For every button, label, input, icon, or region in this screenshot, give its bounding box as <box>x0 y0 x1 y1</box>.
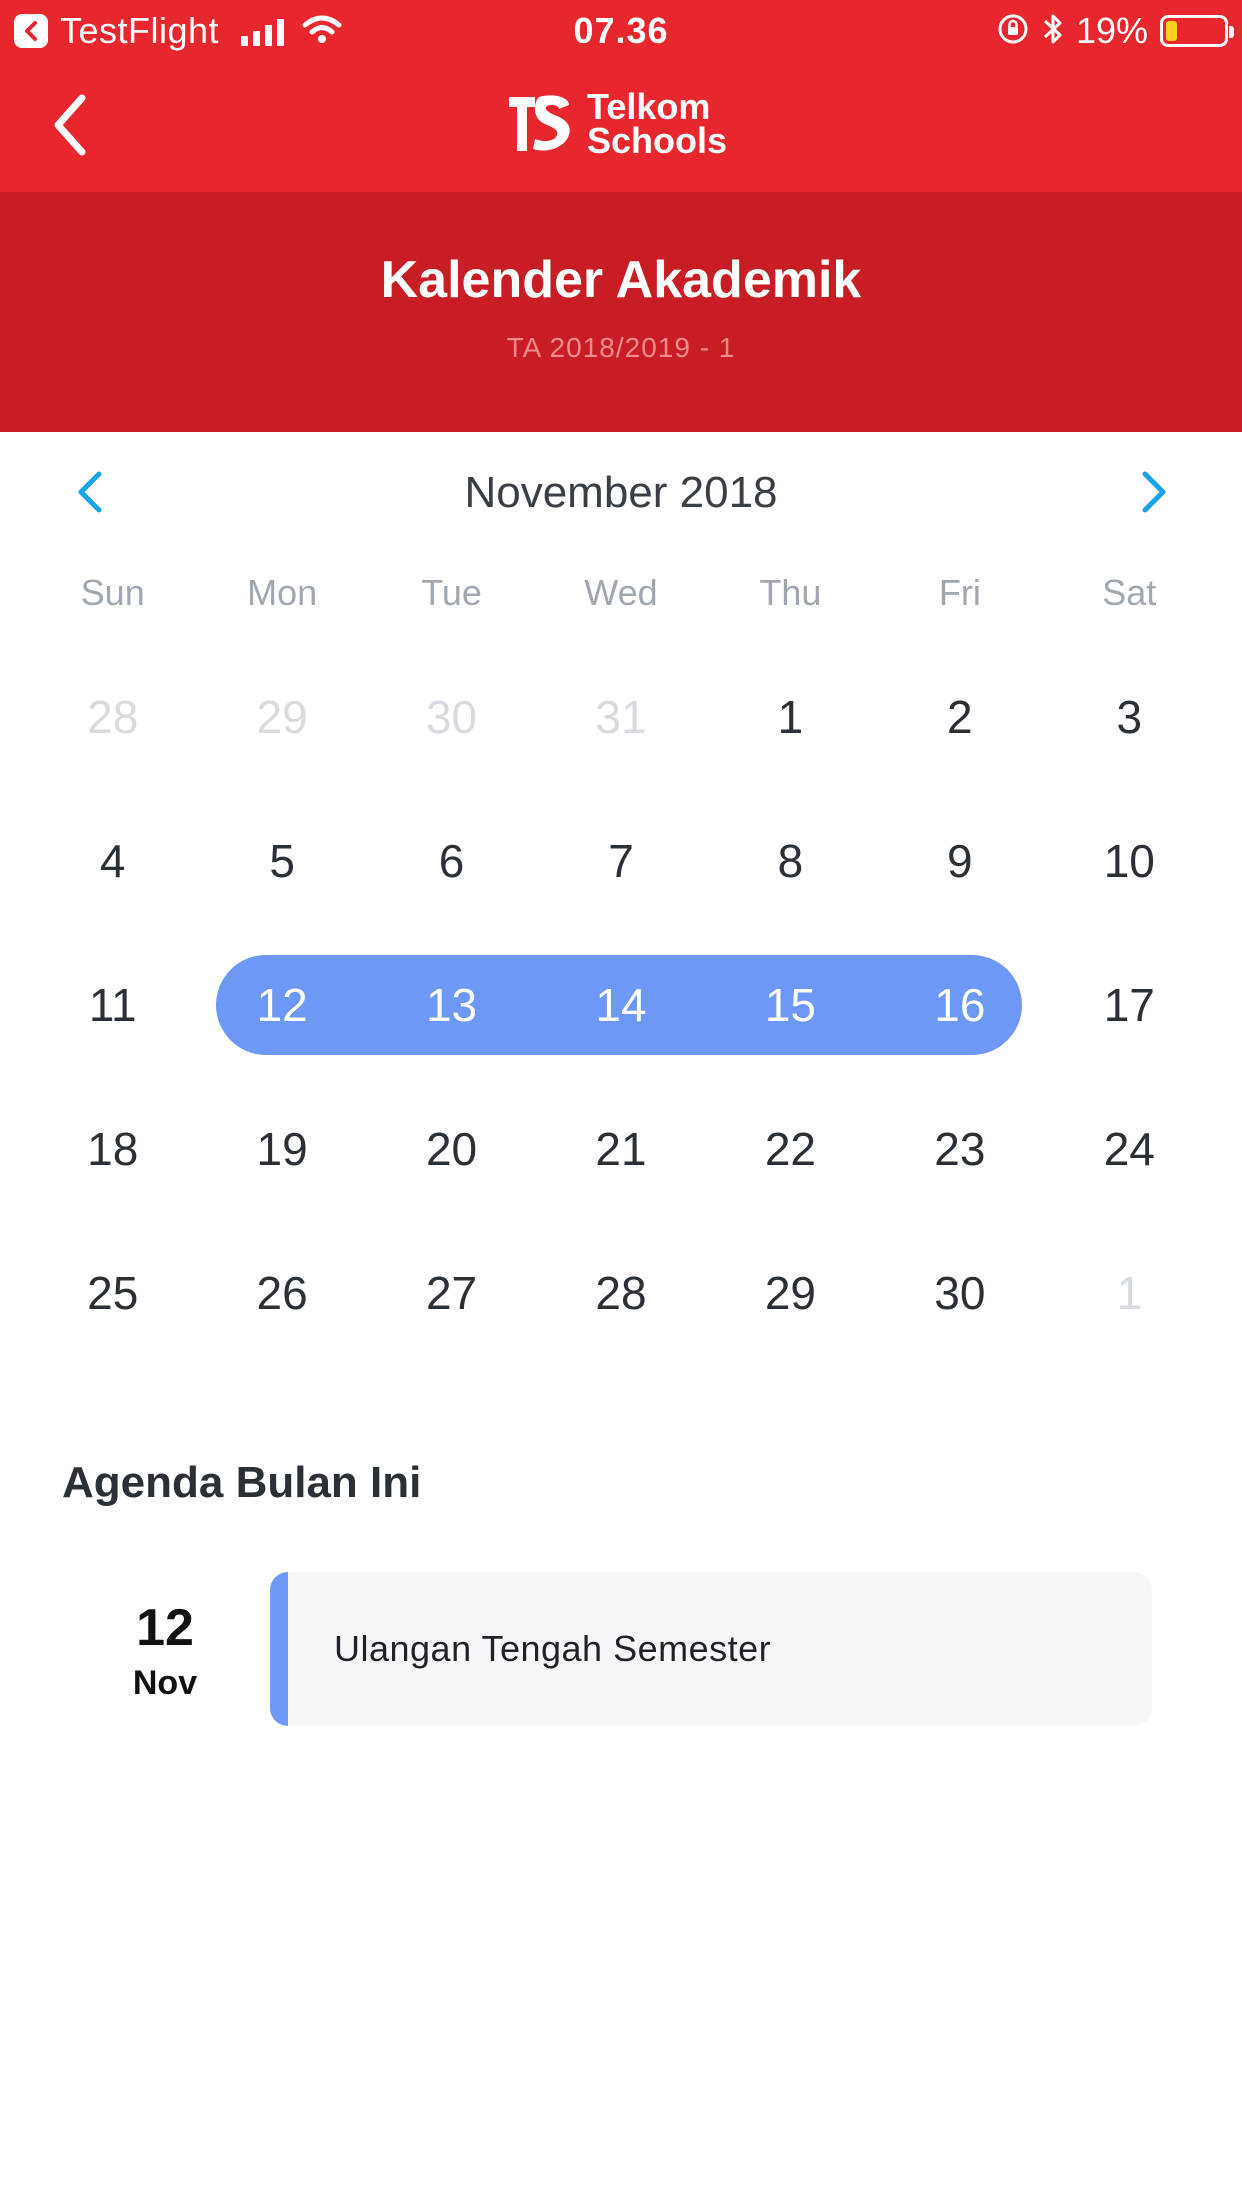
calendar-day[interactable]: 10 <box>1045 789 1214 933</box>
calendar-day[interactable]: 24 <box>1045 1077 1214 1221</box>
logo-wordmark: Telkom Schools <box>587 86 728 161</box>
calendar-day-selected[interactable]: 15 <box>706 933 875 1077</box>
battery-icon <box>1160 15 1234 47</box>
calendar-day[interactable]: 19 <box>197 1077 366 1221</box>
weekday-label: Thu <box>759 572 822 613</box>
calendar-day-outside-month[interactable]: 31 <box>536 645 705 789</box>
calendar-day[interactable]: 18 <box>28 1077 197 1221</box>
calendar-day[interactable]: 11 <box>28 933 197 1077</box>
academic-year-subtitle: TA 2018/2019 - 1 <box>506 332 736 363</box>
calendar-day[interactable]: 25 <box>28 1221 197 1365</box>
page-header: Kalender Akademik TA 2018/2019 - 1 <box>0 192 1242 432</box>
calendar-day[interactable]: 21 <box>536 1077 705 1221</box>
calendar-day[interactable]: 27 <box>367 1221 536 1365</box>
calendar-day[interactable]: 6 <box>367 789 536 933</box>
status-bar: TestFlight 07.36 19% <box>0 0 1242 62</box>
battery-percent: 19% <box>1075 10 1148 51</box>
agenda-accent-bar <box>270 1572 288 1726</box>
weekday-label: Sun <box>80 572 145 613</box>
calendar-day[interactable]: 30 <box>875 1221 1044 1365</box>
calendar-day[interactable]: 28 <box>536 1221 705 1365</box>
calendar-day[interactable]: 3 <box>1045 645 1214 789</box>
logo-line-2: Schools <box>587 120 728 161</box>
calendar-day-outside-month[interactable]: 28 <box>28 645 197 789</box>
calendar-day[interactable]: 1 <box>706 645 875 789</box>
back-button[interactable] <box>40 90 100 160</box>
calendar-day[interactable]: 7 <box>536 789 705 933</box>
telkom-schools-logo: Telkom Schools <box>505 84 727 164</box>
calendar-day[interactable]: 20 <box>367 1077 536 1221</box>
weekday-label: Wed <box>584 572 658 613</box>
next-month-button[interactable] <box>1124 462 1184 522</box>
back-chevron-icon <box>54 94 86 156</box>
calendar-day[interactable]: 5 <box>197 789 366 933</box>
calendar-day[interactable]: 22 <box>706 1077 875 1221</box>
status-right: 19% <box>996 10 1234 52</box>
bluetooth-icon <box>1042 12 1064 51</box>
calendar-day-selected[interactable]: 12 <box>197 933 366 1077</box>
weekday-label: Sat <box>1102 572 1157 613</box>
calendar-day-selected[interactable]: 14 <box>536 933 705 1077</box>
ts-logo-mark-icon <box>509 95 570 151</box>
calendar-day-outside-month[interactable]: 29 <box>197 645 366 789</box>
calendar-day[interactable]: 9 <box>875 789 1044 933</box>
agenda-item[interactable]: 12 Nov Ulangan Tengah Semester <box>0 1570 1242 1730</box>
chevron-right-icon <box>1142 471 1166 513</box>
calendar-day[interactable]: 29 <box>706 1221 875 1365</box>
weekday-label: Fri <box>938 572 981 613</box>
orientation-lock-icon <box>996 12 1030 51</box>
battery-level-fill <box>1166 21 1177 41</box>
calendar-day[interactable]: 26 <box>197 1221 366 1365</box>
calendar-day[interactable]: 4 <box>28 789 197 933</box>
calendar-day[interactable]: 2 <box>875 645 1044 789</box>
agenda-day-number: 12 <box>136 1599 194 1657</box>
calendar-day-selected[interactable]: 16 <box>875 933 1044 1077</box>
agenda-section-title: Agenda Bulan Ini <box>62 1458 422 1507</box>
calendar-day[interactable]: 23 <box>875 1077 1044 1221</box>
calendar-day[interactable]: 8 <box>706 789 875 933</box>
agenda-card[interactable]: Ulangan Tengah Semester <box>270 1572 1152 1726</box>
weekday-label: Mon <box>247 572 318 613</box>
weekday-label: Tue <box>421 572 482 613</box>
calendar-day-outside-month[interactable]: 30 <box>367 645 536 789</box>
navigation-bar: Telkom Schools <box>0 62 1242 192</box>
calendar-day-grid: 28 29 30 31 1 2 3 4 5 6 7 8 9 10 11 12 13 14 15 16 17 18 19 20 2… <box>28 645 1214 1365</box>
calendar-header: November 2018 <box>0 432 1242 552</box>
page-title: Kalender Akademik <box>380 251 862 309</box>
agenda-date: 12 Nov <box>90 1598 240 1703</box>
calendar-month-label: November 2018 <box>464 468 778 517</box>
calendar-day-selected[interactable]: 13 <box>367 933 536 1077</box>
calendar-day-outside-month[interactable]: 1 <box>1045 1221 1214 1365</box>
agenda-event-title: Ulangan Tengah Semester <box>334 1628 772 1669</box>
calendar-day[interactable]: 17 <box>1045 933 1214 1077</box>
weekday-header-row: Sun Mon Tue Wed Thu Fri Sat <box>28 572 1214 614</box>
logo-line-1: Telkom <box>587 86 711 127</box>
agenda-month-abbrev: Nov <box>132 1664 198 1702</box>
